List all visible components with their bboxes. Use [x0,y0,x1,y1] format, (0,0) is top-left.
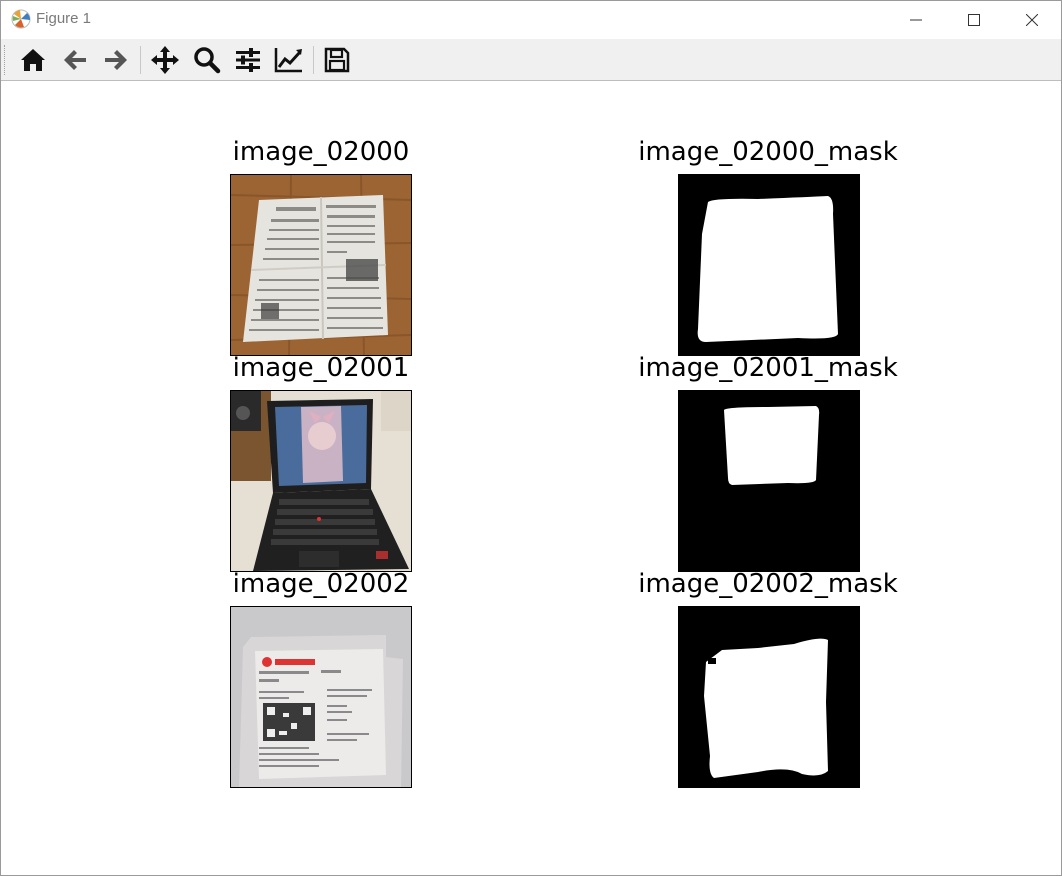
subplot-title: image_02000 [232,137,410,167]
matplotlib-app-icon [11,9,31,29]
ticket-mask [678,606,860,788]
toolbar-separator [313,46,314,74]
laptop-photo [230,390,412,572]
subplot-title: image_02001_mask [638,353,898,383]
pan-button[interactable] [147,42,183,78]
window-title: Figure 1 [36,10,92,27]
minimize-icon [910,19,922,21]
close-icon [1026,14,1038,26]
newspaper-photo [230,174,412,356]
newspaper-mask [678,174,860,356]
title-bar[interactable]: Figure 1 [1,1,1061,39]
back-button[interactable] [57,42,93,78]
subplots-config-icon [236,48,260,72]
pan-icon [151,46,179,74]
subplot-title: image_02000_mask [638,137,898,167]
minimize-button[interactable] [887,1,945,39]
maximize-button[interactable] [945,1,1003,39]
toolbar-separator [140,46,141,74]
zoom-icon [194,47,221,74]
home-button[interactable] [15,42,51,78]
ticket-photo [230,606,412,788]
subplot-title: image_02002_mask [638,569,898,599]
back-arrow-icon [64,50,86,70]
toolbar-grip[interactable] [4,45,8,75]
figure-canvas[interactable]: image_02000 image_02000_mask image_02001… [1,81,1061,875]
zoom-button[interactable] [189,42,225,78]
forward-arrow-icon [105,50,127,70]
laptop-mask [678,390,860,572]
subplot-title: image_02002 [232,569,410,599]
close-button[interactable] [1003,1,1061,39]
save-button[interactable] [319,42,355,78]
configure-subplots-button[interactable] [230,42,266,78]
edit-axis-button[interactable] [271,42,307,78]
edit-axis-icon [274,48,302,73]
home-icon [21,49,45,71]
navigation-toolbar [1,39,1061,81]
forward-button[interactable] [98,42,134,78]
maximize-icon [968,14,980,26]
subplot-title: image_02001 [232,353,410,383]
save-icon [324,47,350,73]
figure-window: Figure 1 image_02000 image_02000_mask im… [0,0,1062,876]
